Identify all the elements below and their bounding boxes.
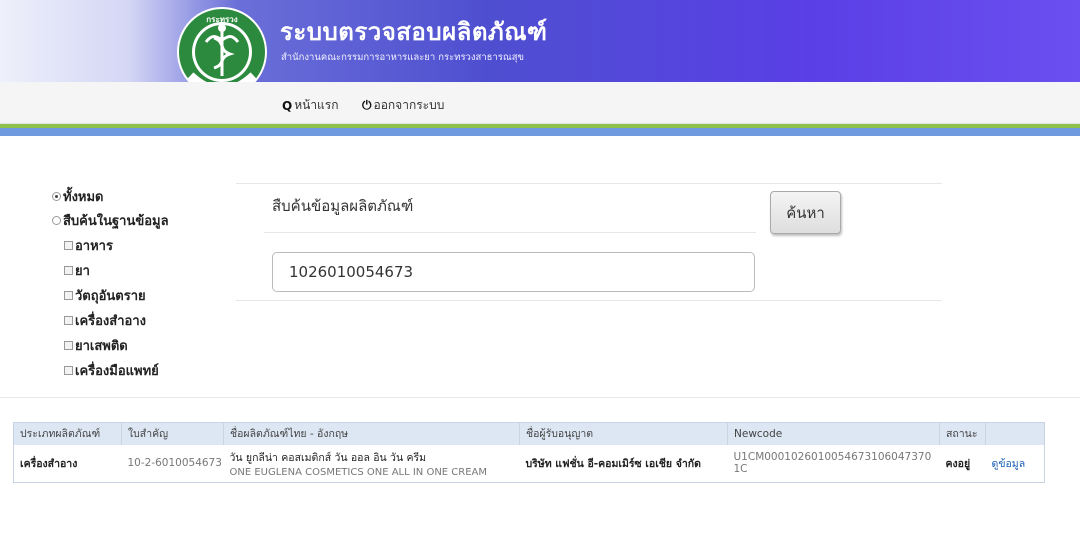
header-type: ประเภทผลิตภัณฑ์ <box>13 422 122 445</box>
radio-db[interactable] <box>52 216 61 225</box>
table-row: เครื่องสำอาง 10-2-6010054673 วัน ยูกลีน่… <box>14 445 1045 483</box>
cell-license: 10-2-6010054673 <box>127 457 222 470</box>
radio-all[interactable] <box>52 192 61 201</box>
filter-db-label: สืบค้นในฐานข้อมูล <box>63 214 169 229</box>
category-drug-label: ยา <box>75 264 90 279</box>
filter-db[interactable]: สืบค้นในฐานข้อมูล <box>52 210 169 231</box>
nav-logout-label: ออกจากระบบ <box>373 98 445 112</box>
cell-newcode: U1CM0001026010054673106047370​1C <box>733 451 932 476</box>
category-narcotics[interactable]: ยาเสพติด <box>64 335 128 356</box>
checkbox-drug[interactable] <box>64 266 73 275</box>
category-medical-device-label: เครื่องมือแพทย์ <box>75 364 159 379</box>
filter-all-label: ทั้งหมด <box>63 190 104 205</box>
results-table: ประเภทผลิตภัณฑ์ ใบสำคัญ ชื่อผลิตภัณฑ์ไทย… <box>13 422 1045 483</box>
product-name-en: ONE EUGLENA COSMETICS ONE ALL IN ONE CRE… <box>229 466 488 478</box>
category-narcotics-label: ยาเสพติด <box>75 339 128 354</box>
checkbox-hazardous[interactable] <box>64 291 73 300</box>
checkbox-cosmetics[interactable] <box>64 316 73 325</box>
cell-licensee: บริษัท แฟชั่น อี-คอมเมิร์ซ เอเชีย จำกัด <box>525 457 701 470</box>
search-icon: Q <box>282 98 293 113</box>
header-license: ใบสำคัญ <box>121 422 224 445</box>
category-medical-device[interactable]: เครื่องมือแพทย์ <box>64 360 159 381</box>
product-name-th: วัน ยูกลีน่า คอสเมติกส์ วัน ออล อิน วัน … <box>229 451 427 464</box>
cell-status: คงอยู่ <box>945 457 971 470</box>
table-header-row: ประเภทผลิตภัณฑ์ ใบสำคัญ ชื่อผลิตภัณฑ์ไทย… <box>13 422 1045 445</box>
category-drug[interactable]: ยา <box>64 260 90 281</box>
category-cosmetics-label: เครื่องสำอาง <box>75 314 146 329</box>
nav-bar: Q หน้าแรก ⏻ ออกจากระบบ <box>0 82 1080 124</box>
checkbox-food[interactable] <box>64 241 73 250</box>
search-divider <box>264 232 756 233</box>
power-icon: ⏻ <box>362 98 372 112</box>
header-newcode: Newcode <box>727 422 940 445</box>
category-hazardous-label: วัตถุอันตราย <box>75 289 146 304</box>
cell-type: เครื่องสำอาง <box>20 457 78 470</box>
category-cosmetics[interactable]: เครื่องสำอาง <box>64 310 146 331</box>
header-status: สถานะ <box>939 422 986 445</box>
header-licensee: ชื่อผู้รับอนุญาต <box>519 422 728 445</box>
header-action <box>985 422 1045 445</box>
search-button[interactable]: ค้นหา <box>770 191 841 234</box>
site-subtitle: สำนักงานคณะกรรมการอาหารและยา กระทรวงสาธา… <box>281 52 525 63</box>
nav-home-label: หน้าแรก <box>294 98 339 112</box>
category-food[interactable]: อาหาร <box>64 235 113 256</box>
header-stripe-blue <box>0 128 1080 136</box>
view-details-link[interactable]: ดูข้อมูล <box>986 445 1045 483</box>
header-product-name: ชื่อผลิตภัณฑ์ไทย - อังกฤษ <box>223 422 520 445</box>
category-food-label: อาหาร <box>75 239 113 254</box>
nav-home-link[interactable]: Q หน้าแรก <box>282 96 339 115</box>
filter-all[interactable]: ทั้งหมด <box>52 186 104 207</box>
section-divider <box>0 397 1080 398</box>
site-title: ระบบตรวจสอบผลิตภัณฑ์ <box>280 18 548 46</box>
site-header: กระทรวง MINISTRY OF PUBLIC HEALTH ระบบตร… <box>0 0 1080 97</box>
cell-product-name: วัน ยูกลีน่า คอสเมติกส์ วัน ออล อิน วัน … <box>224 445 520 483</box>
search-title: สืบค้นข้อมูลผลิตภัณฑ์ <box>272 197 414 215</box>
checkbox-medical-device[interactable] <box>64 366 73 375</box>
svg-text:กระทรวง: กระทรวง <box>206 15 238 24</box>
search-input[interactable] <box>272 252 755 292</box>
nav-logout-link[interactable]: ⏻ ออกจากระบบ <box>362 96 444 115</box>
category-hazardous[interactable]: วัตถุอันตราย <box>64 285 146 306</box>
checkbox-narcotics[interactable] <box>64 341 73 350</box>
